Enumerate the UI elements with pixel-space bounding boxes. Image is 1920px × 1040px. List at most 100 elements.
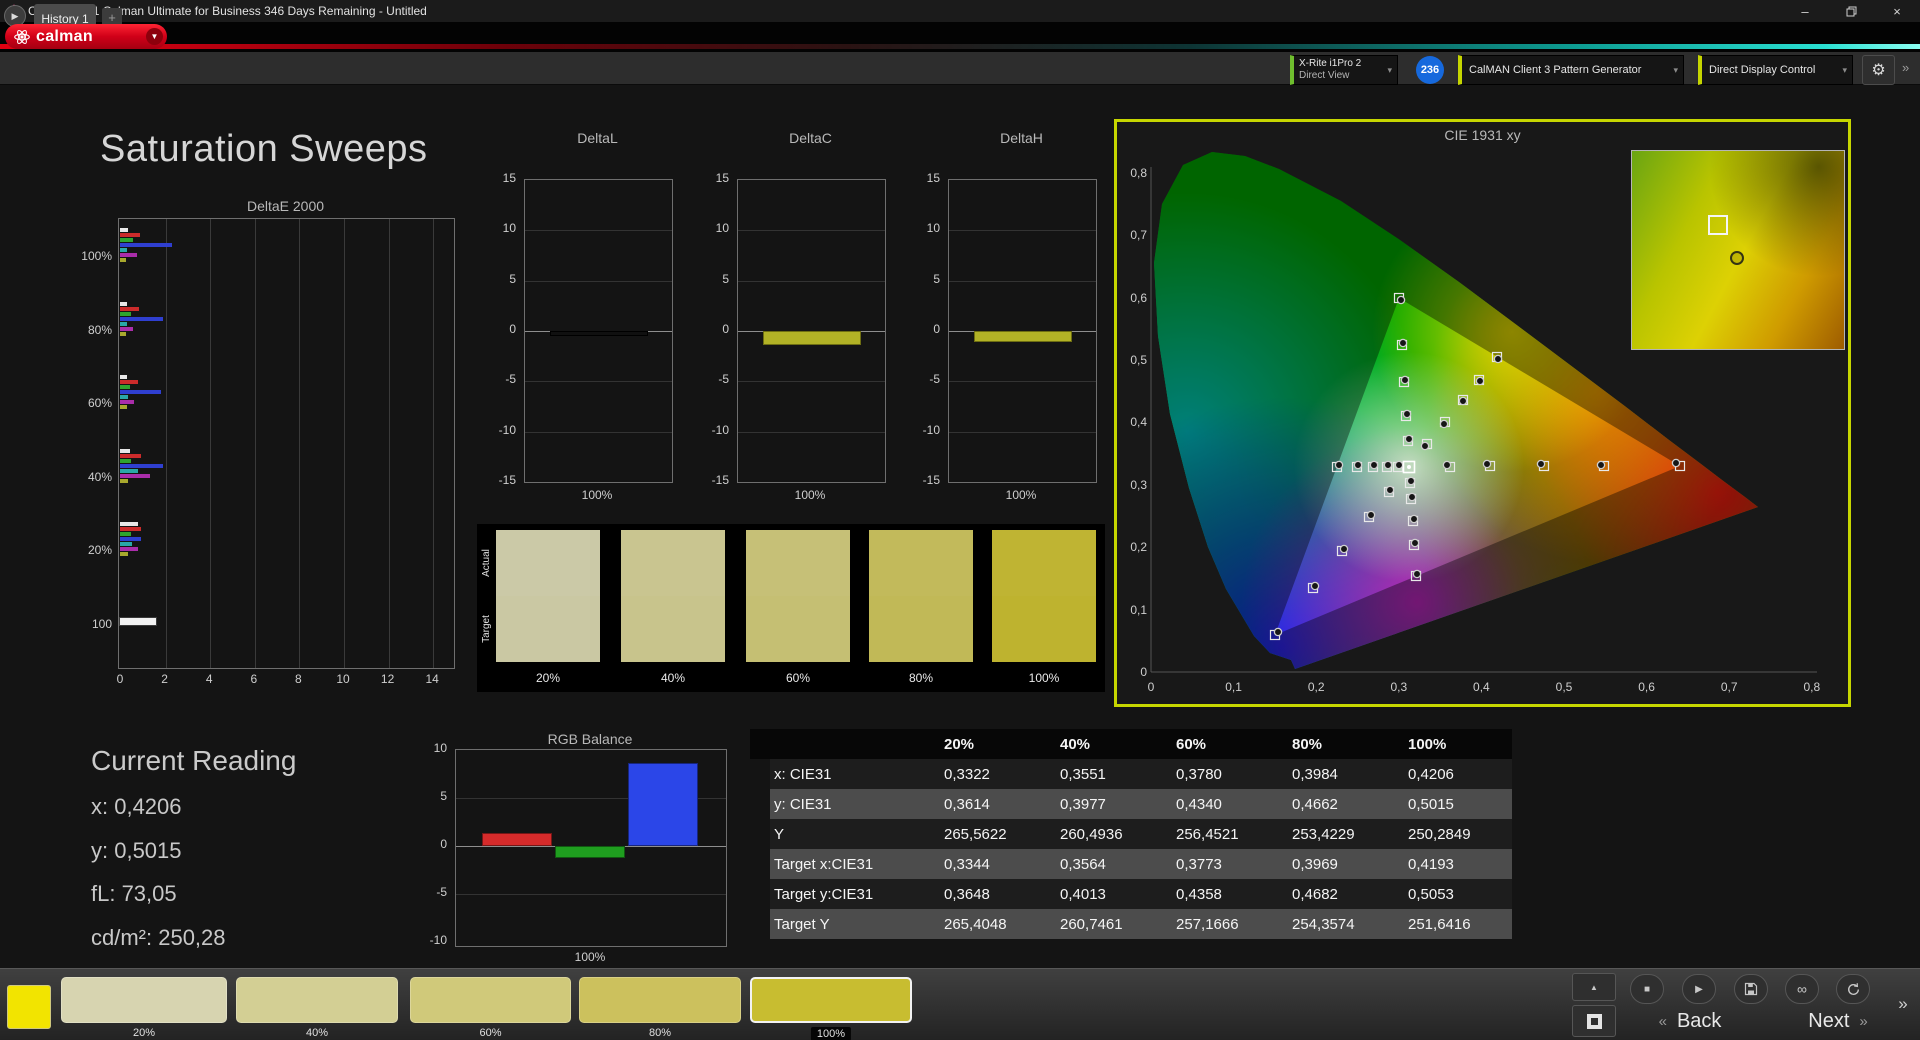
play-button[interactable]: ▶ [1682, 974, 1716, 1004]
deltae-bar [120, 454, 142, 458]
axis-label: -5 [505, 372, 516, 387]
gridline [165, 219, 167, 668]
reading-x: x: 0,4206 [91, 794, 182, 819]
chevrons-right-icon: » [1898, 994, 1908, 1013]
current-patch-swatch [7, 985, 51, 1029]
axis-label: 40% [87, 470, 112, 484]
axis-label: 15 [502, 171, 516, 185]
table-row: y: CIE31 0,3614 0,3977 0,4340 0,4662 0,5015 [770, 789, 1512, 819]
axis-label: 0,6 [1638, 680, 1655, 694]
close-button[interactable]: × [1874, 0, 1920, 22]
axis-label: 0,5 [1130, 353, 1147, 367]
display-control-selector[interactable]: Direct Display Control ▾ [1698, 55, 1853, 85]
deltah-chart-plot [948, 179, 1097, 483]
next-label: Next [1808, 1009, 1850, 1032]
cie-zoom-inset [1631, 150, 1845, 350]
actual-swatch-60% [746, 530, 850, 596]
chevron-up-icon: ▲ [1590, 982, 1598, 992]
minimize-button[interactable]: – [1782, 0, 1828, 22]
table-cell: 0,5053 [1408, 885, 1454, 903]
gridline [525, 431, 672, 433]
stop-button[interactable]: ■ [1630, 974, 1664, 1004]
table-header-cell: 60% [1176, 735, 1207, 753]
axis-label: 60% [87, 396, 112, 410]
table-row: Target x:CIE31 0,3344 0,3564 0,3773 0,3969 0,… [770, 849, 1512, 879]
patch-40%[interactable] [236, 977, 398, 1023]
refresh-button[interactable] [1836, 974, 1870, 1004]
measured-point [1420, 441, 1430, 451]
target-swatch-40% [621, 596, 725, 662]
measured-point [1402, 409, 1412, 419]
table-header-cell: 100% [1408, 735, 1447, 753]
axis-label: 5 [440, 789, 447, 803]
restore-button[interactable] [1828, 0, 1874, 22]
measured-point [1475, 376, 1485, 386]
axis-label: 10 [433, 741, 447, 755]
brand-gradient-line [0, 44, 1920, 49]
settings-button[interactable]: ⚙ [1862, 55, 1895, 85]
patch-label: 60% [479, 1027, 502, 1039]
deltae-bar [120, 253, 137, 257]
next-button[interactable]: Next » [1786, 1007, 1890, 1035]
deltae-chart-plot [118, 218, 455, 669]
deltae-bar [120, 307, 139, 311]
measured-point [1383, 460, 1393, 470]
table-cell: 0,3614 [944, 795, 990, 813]
gridline [344, 219, 345, 668]
measured-point [1671, 458, 1681, 468]
measured-point [1339, 544, 1349, 554]
calman-menu-button[interactable]: calman ▼ [5, 24, 167, 49]
gridline [456, 894, 726, 895]
actual-swatch-100% [992, 530, 1096, 596]
reading-cdm2: cd/m²: 250,28 [91, 925, 226, 950]
gridline [525, 280, 672, 282]
deltae-bar [120, 327, 134, 331]
patch-80%[interactable] [579, 977, 741, 1023]
gridline [738, 280, 885, 282]
axis-label: 0 [509, 321, 516, 336]
pattern-generator-selector[interactable]: CalMAN Client 3 Pattern Generator ▾ [1458, 55, 1684, 85]
patch-60%[interactable] [410, 977, 571, 1023]
patch-20%[interactable] [61, 977, 227, 1023]
meter-read-count-badge[interactable]: 236 [1416, 56, 1444, 84]
axis-label: 5 [509, 271, 516, 286]
table-row: Y 265,5622 260,4936 256,4521 253,4229 250,284… [770, 819, 1512, 849]
deltae-bar [120, 375, 127, 379]
gridline [738, 431, 885, 433]
patch-100%[interactable] [750, 977, 912, 1023]
expand-panel-chevron[interactable]: » [1890, 973, 1916, 1035]
measured-point [1404, 434, 1414, 444]
measured-point [1394, 460, 1404, 470]
save-button[interactable] [1734, 974, 1768, 1004]
measured-point [1442, 460, 1452, 470]
axis-label: 5 [933, 271, 940, 286]
pattern-panel-up-button[interactable]: ▲ [1572, 973, 1616, 1001]
measured-point [1536, 459, 1546, 469]
back-button[interactable]: « Back [1634, 1007, 1746, 1035]
tabbar-overflow-chevron[interactable]: » [1902, 60, 1909, 75]
swatch-label: 100% [1028, 671, 1060, 685]
green-balance-bar [555, 846, 625, 859]
deltae-bar [120, 527, 142, 531]
continuous-mode-button[interactable]: ∞ [1785, 974, 1819, 1004]
axis-label: 0,8 [1130, 165, 1147, 180]
axis-label: 12 [380, 672, 395, 686]
meter-selector[interactable]: X-Rite i1Pro 2 Direct View ▾ [1290, 55, 1398, 85]
table-cell: 0,3322 [944, 765, 990, 783]
table-cell: 0,3977 [1060, 795, 1106, 813]
actual-target-swatch-strip: 20% 40% 60% 80% 100% [477, 524, 1105, 692]
rgb-balance-plot [455, 749, 727, 947]
pattern-window-button[interactable] [1572, 1005, 1616, 1037]
calman-star-icon [14, 29, 30, 44]
table-header-cell: 80% [1292, 735, 1323, 753]
page-title: Saturation Sweeps [100, 128, 428, 170]
table-cell: 0,4206 [1408, 765, 1454, 783]
table-cell: 0,4340 [1176, 795, 1222, 813]
axis-label: 0,8 [1803, 680, 1821, 694]
axis-label: -5 [929, 372, 940, 387]
row-label: y: CIE31 [774, 795, 832, 813]
axis-label: -10 [429, 933, 447, 947]
table-cell: 0,3551 [1060, 765, 1106, 783]
table-cell: 0,4013 [1060, 885, 1106, 903]
logo-dropdown-icon[interactable]: ▼ [146, 28, 163, 45]
